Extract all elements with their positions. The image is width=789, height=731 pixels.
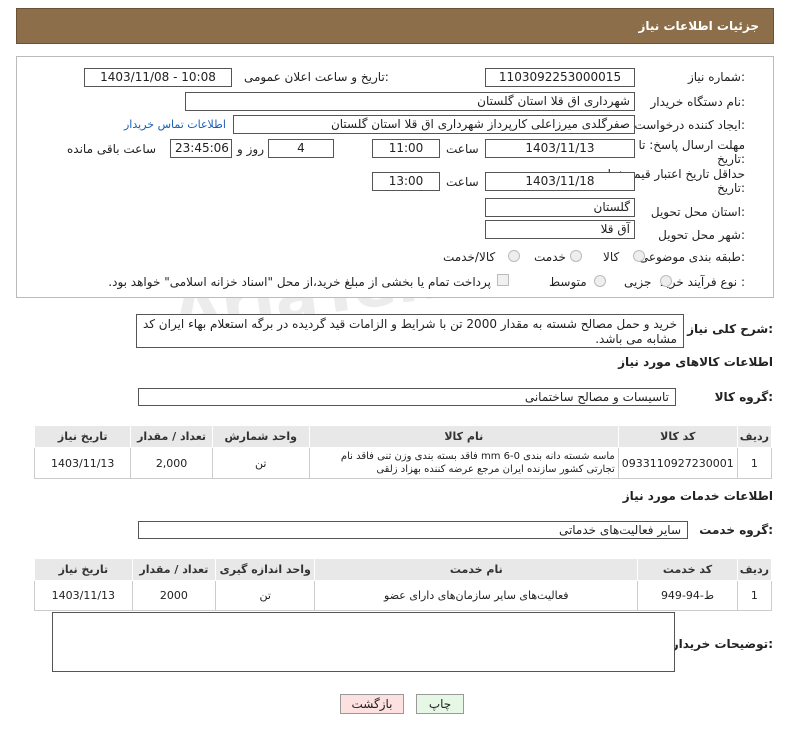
remaining-time-field[interactable]: 23:45:06 xyxy=(170,139,232,158)
cell-unit: تن xyxy=(215,580,316,611)
treasury-payment-note: پرداخت تمام یا بخشی از مبلغ خرید،از محل … xyxy=(108,275,491,289)
cell-row: 1 xyxy=(736,580,773,611)
buyer-org-label: نام دستگاه خریدار: xyxy=(650,95,746,109)
cell-date: 1403/11/13 xyxy=(34,580,133,611)
print-button[interactable]: چاپ xyxy=(416,694,464,714)
cell-name: ماسه شسته دانه بندی mm 6-0 فاقد بسته بند… xyxy=(308,447,619,479)
need-number-field[interactable]: 1103092253000015 xyxy=(485,68,635,87)
cell-row: 1 xyxy=(736,447,773,479)
cell-date: 1403/11/13 xyxy=(33,447,132,479)
buyer-org-field[interactable]: شهرداری اق قلا استان گلستان xyxy=(185,92,635,111)
province-label: استان محل تحویل: xyxy=(650,205,745,219)
services-group-field[interactable]: سایر فعالیت‌های خدماتی xyxy=(138,521,688,539)
back-button[interactable]: بازگشت xyxy=(340,694,404,714)
deadline-label: مهلت ارسال پاسخ: تا xyxy=(638,138,745,152)
validity-time-label: ساعت xyxy=(446,175,479,189)
requester-label: ایجاد کننده درخواست: xyxy=(634,118,745,132)
province-field[interactable]: گلستان xyxy=(485,198,635,217)
page-header: جزئیات اطلاعات نیاز xyxy=(16,8,774,44)
cell-code: ط-94-949 xyxy=(637,580,738,611)
col-qty: تعداد / مقدار xyxy=(131,558,217,581)
category-radio-goods[interactable] xyxy=(633,250,645,262)
services-table: ردیف کد خدمت نام خدمت واحد اندازه گیری ت… xyxy=(34,558,773,611)
validity-time-field[interactable]: 13:00 xyxy=(372,172,440,191)
process-radio-medium[interactable] xyxy=(594,275,606,287)
col-code: کد خدمت xyxy=(637,558,738,581)
buyer-notes-label: توضیحات خریدار: xyxy=(671,637,773,651)
deadline-date-field[interactable]: 1403/11/13 xyxy=(485,139,635,158)
need-number-label: شماره نیاز: xyxy=(687,70,745,84)
announce-label: تاریخ و ساعت اعلان عمومی: xyxy=(244,70,389,84)
buyer-contact-link[interactable]: اطلاعات تماس خریدار xyxy=(124,118,226,131)
validity-label-date: تاریخ: xyxy=(717,181,745,195)
table-row: 1 0933110927230001 ماسه شسته دانه بندی m… xyxy=(33,447,773,479)
goods-group-field[interactable]: تاسیسات و مصالح ساختمانی xyxy=(138,388,676,406)
validity-date-field[interactable]: 1403/11/18 xyxy=(485,172,635,191)
category-radio-both[interactable] xyxy=(508,250,520,262)
col-name: نام کالا xyxy=(308,425,619,448)
process-option-medium: متوسط xyxy=(549,275,587,289)
col-row: ردیف xyxy=(736,558,773,581)
services-section-title: اطلاعات خدمات مورد نیاز xyxy=(622,489,773,503)
description-textarea[interactable]: خرید و حمل مصالح شسته به مقدار 2000 تن ب… xyxy=(136,314,684,348)
col-qty: تعداد / مقدار xyxy=(130,425,213,448)
deadline-time-field[interactable]: 11:00 xyxy=(372,139,440,158)
table-row: 1 ط-94-949 فعالیت‌های سایر سازمان‌های دا… xyxy=(34,580,773,611)
goods-group-label: گروه کالا: xyxy=(714,390,773,404)
process-option-small: جزیی xyxy=(624,275,652,289)
category-option-service: خدمت xyxy=(534,250,566,264)
col-unit: واحد شمارش xyxy=(211,425,310,448)
col-date: تاریخ نیاز xyxy=(33,425,132,448)
deadline-label-date: تاریخ: xyxy=(717,152,745,166)
treasury-payment-checkbox[interactable] xyxy=(497,274,509,286)
col-unit: واحد اندازه گیری xyxy=(215,558,316,581)
city-field[interactable]: آق قلا xyxy=(485,220,635,239)
goods-section-title: اطلاعات کالاهای مورد نیاز xyxy=(618,355,773,369)
description-label: شرح کلی نیاز: xyxy=(687,322,773,336)
cell-code: 0933110927230001 xyxy=(617,447,738,479)
col-name: نام خدمت xyxy=(314,558,639,581)
category-option-goods: کالا xyxy=(603,250,620,264)
process-radio-small[interactable] xyxy=(660,275,672,287)
cell-qty: 2000 xyxy=(131,580,217,611)
deadline-time-label: ساعت xyxy=(446,142,479,156)
category-label: طبقه بندی موضوعی: xyxy=(638,250,745,264)
city-label: شهر محل تحویل: xyxy=(658,228,745,242)
col-code: کد کالا xyxy=(617,425,738,448)
col-row: ردیف xyxy=(736,425,773,448)
page-title: جزئیات اطلاعات نیاز xyxy=(638,19,759,33)
days-label: روز و xyxy=(237,142,264,156)
requester-field[interactable]: صفرگلدی میرزاعلی کارپرداز شهرداری اق قلا… xyxy=(233,115,635,134)
col-date: تاریخ نیاز xyxy=(34,558,133,581)
buyer-notes-textarea[interactable] xyxy=(52,612,675,672)
remaining-label: ساعت باقی مانده xyxy=(67,142,157,156)
announce-field[interactable]: 1403/11/08 - 10:08 xyxy=(84,68,232,87)
process-label: نوع فرآیند خرید : xyxy=(660,275,745,289)
cell-name: فعالیت‌های سایر سازمان‌های دارای عضو xyxy=(314,580,639,611)
days-remaining-field[interactable]: 4 xyxy=(268,139,334,158)
category-radio-service[interactable] xyxy=(570,250,582,262)
cell-unit: تن xyxy=(211,447,310,479)
category-option-both: کالا/خدمت xyxy=(443,250,496,264)
services-group-label: گروه خدمت: xyxy=(699,523,773,537)
cell-qty: 2,000 xyxy=(130,447,213,479)
goods-table: ردیف کد کالا نام کالا واحد شمارش تعداد /… xyxy=(33,425,773,479)
